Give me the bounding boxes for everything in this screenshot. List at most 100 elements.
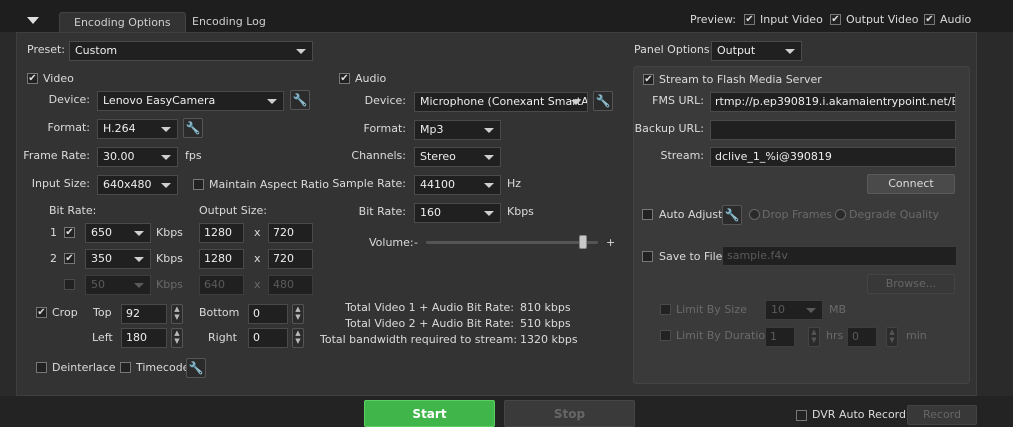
crop-left-input[interactable]: 180 — [121, 328, 167, 348]
limit-hours-input[interactable]: 1 — [765, 327, 795, 347]
auto-adjust-checkbox[interactable] — [642, 209, 653, 220]
limit-hours-stepper[interactable]: ▲ ▼ — [808, 327, 820, 347]
audio-device-dropdown[interactable]: Microphone (Conexant SmartAu — [414, 92, 588, 112]
auto-adjust-settings-wrench-icon[interactable]: 🔧 — [722, 205, 742, 225]
crop-label: Crop — [52, 306, 78, 319]
audio-format-dropdown[interactable]: Mp3 — [414, 120, 501, 140]
crop-top-label: Top — [93, 306, 112, 319]
panel-options-dropdown[interactable]: Output — [711, 41, 802, 61]
crop-right-stepper[interactable]: ▲ ▼ — [292, 328, 304, 348]
stream-to-fms-label: Stream to Flash Media Server — [659, 73, 822, 86]
crop-checkbox[interactable]: ✔ — [36, 307, 47, 318]
limit-by-duration-checkbox[interactable] — [660, 330, 671, 341]
start-button[interactable]: Start — [364, 400, 495, 427]
total-bandwidth-value: 1320 kbps — [520, 333, 578, 346]
preview-output-video-checkbox[interactable]: ✔ — [830, 14, 841, 25]
stream-2-bitrate-dropdown[interactable]: 350 — [85, 249, 151, 269]
crop-bottom-input[interactable]: 0 — [248, 304, 288, 324]
crop-left-stepper[interactable]: ▲ ▼ — [171, 328, 183, 348]
audio-sample-rate-dropdown[interactable]: 44100 — [414, 175, 501, 195]
deinterlace-label: Deinterlace — [52, 361, 116, 374]
maintain-aspect-ratio-label: Maintain Aspect Ratio — [209, 178, 329, 191]
collapse-triangle-icon[interactable] — [27, 17, 39, 24]
fms-url-input[interactable]: rtmp://p.ep390819.i.akamaientrypoint.net… — [710, 92, 956, 112]
video-device-dropdown[interactable]: Lenovo EasyCamera — [97, 91, 284, 111]
stream-2-x-separator: x — [254, 252, 261, 265]
total-bandwidth-label: Total bandwidth required to stream: — [320, 333, 518, 346]
stream-1-height-input[interactable]: 720 — [268, 223, 313, 243]
tab-encoding-log[interactable]: Encoding Log — [178, 12, 280, 33]
stream-3-checkbox[interactable] — [64, 279, 75, 290]
stream-name-label: Stream: — [660, 149, 704, 162]
crop-top-stepper[interactable]: ▲ ▼ — [171, 304, 183, 324]
audio-bit-rate-dropdown[interactable]: 160 — [414, 203, 501, 223]
stream-3-x-separator: x — [254, 278, 261, 291]
deinterlace-checkbox[interactable] — [36, 362, 47, 373]
audio-device-label: Device: — [364, 94, 406, 107]
stream-2-checkbox[interactable]: ✔ — [64, 253, 75, 264]
stream-1-width-input[interactable]: 1280 — [199, 223, 244, 243]
limit-size-dropdown[interactable]: 10 — [765, 300, 823, 320]
volume-slider-handle[interactable] — [578, 235, 587, 249]
stream-3-height-input[interactable]: 480 — [268, 275, 313, 295]
browse-button[interactable]: Browse... — [867, 274, 955, 294]
preview-input-video-checkbox[interactable]: ✔ — [744, 14, 755, 25]
audio-channels-label: Channels: — [351, 149, 406, 162]
limit-by-duration-label: Limit By Duration — [676, 329, 773, 342]
input-size-label: Input Size: — [31, 177, 90, 190]
crop-right-input[interactable]: 0 — [248, 328, 288, 348]
save-to-file-label: Save to File — [659, 250, 723, 263]
video-device-settings-wrench-icon[interactable]: 🔧 — [290, 90, 310, 110]
save-to-file-checkbox[interactable] — [642, 251, 653, 262]
video-format-settings-wrench-icon[interactable]: 🔧 — [183, 118, 203, 138]
record-button[interactable]: Record — [907, 405, 977, 425]
stream-name-input[interactable]: dclive_1_%i@390819 — [710, 147, 956, 167]
stream-2-height-input[interactable]: 720 — [268, 249, 313, 269]
auto-adjust-label: Auto Adjust — [659, 208, 723, 221]
maintain-aspect-ratio-checkbox[interactable] — [193, 179, 204, 190]
limit-hours-unit: hrs — [826, 329, 844, 342]
crop-right-label: Right — [208, 331, 237, 344]
limit-minutes-stepper[interactable]: ▲ ▼ — [886, 327, 898, 347]
limit-minutes-input[interactable]: 0 — [847, 327, 877, 347]
output-size-header: Output Size: — [199, 204, 267, 217]
preview-audio-checkbox[interactable]: ✔ — [924, 14, 935, 25]
crop-bottom-stepper[interactable]: ▲ ▼ — [292, 304, 304, 324]
video-format-dropdown[interactable]: H.264 — [97, 119, 178, 139]
backup-url-label: Backup URL: — [634, 122, 704, 135]
timecode-label: Timecode — [136, 361, 190, 374]
audio-section-title: Audio — [355, 72, 387, 85]
stream-to-fms-checkbox[interactable]: ✔ — [643, 74, 654, 85]
drop-frames-radio[interactable] — [749, 209, 760, 220]
input-size-dropdown[interactable]: 640x480 — [97, 175, 178, 195]
drop-frames-label: Drop Frames — [762, 208, 832, 221]
volume-slider-track[interactable] — [426, 235, 598, 249]
preset-dropdown[interactable]: Custom — [69, 41, 313, 61]
degrade-quality-radio[interactable] — [835, 209, 846, 220]
timecode-checkbox[interactable] — [120, 362, 131, 373]
dvr-auto-record-checkbox[interactable] — [796, 410, 807, 421]
limit-size-unit: MB — [829, 303, 847, 316]
stream-2-number: 2 — [50, 252, 57, 265]
crop-top-input[interactable]: 92 — [121, 304, 167, 324]
stream-3-bitrate-dropdown[interactable]: 50 — [85, 275, 151, 295]
audio-checkbox[interactable]: ✔ — [339, 73, 350, 84]
stream-1-checkbox[interactable]: ✔ — [64, 227, 75, 238]
stream-2-width-input[interactable]: 1280 — [199, 249, 244, 269]
connect-button[interactable]: Connect — [867, 174, 955, 194]
stream-1-bitrate-dropdown[interactable]: 650 — [85, 223, 151, 243]
backup-url-input[interactable] — [710, 120, 956, 140]
audio-sample-rate-unit: Hz — [507, 177, 522, 190]
timecode-settings-wrench-icon[interactable]: 🔧 — [186, 358, 206, 378]
limit-by-size-checkbox[interactable] — [660, 304, 671, 315]
stop-button[interactable]: Stop — [504, 400, 635, 427]
preview-output-video-label: Output Video — [846, 13, 919, 26]
frame-rate-dropdown[interactable]: 30.00 — [97, 147, 178, 167]
video-checkbox[interactable]: ✔ — [27, 73, 38, 84]
bit-rate-header: Bit Rate: — [49, 204, 97, 217]
tab-encoding-options[interactable]: Encoding Options — [59, 12, 186, 33]
audio-channels-dropdown[interactable]: Stereo — [414, 147, 501, 167]
audio-device-settings-wrench-icon[interactable]: 🔧 — [593, 91, 613, 111]
stream-3-width-input[interactable]: 640 — [199, 275, 244, 295]
save-file-name-input[interactable]: sample.f4v — [722, 246, 957, 266]
